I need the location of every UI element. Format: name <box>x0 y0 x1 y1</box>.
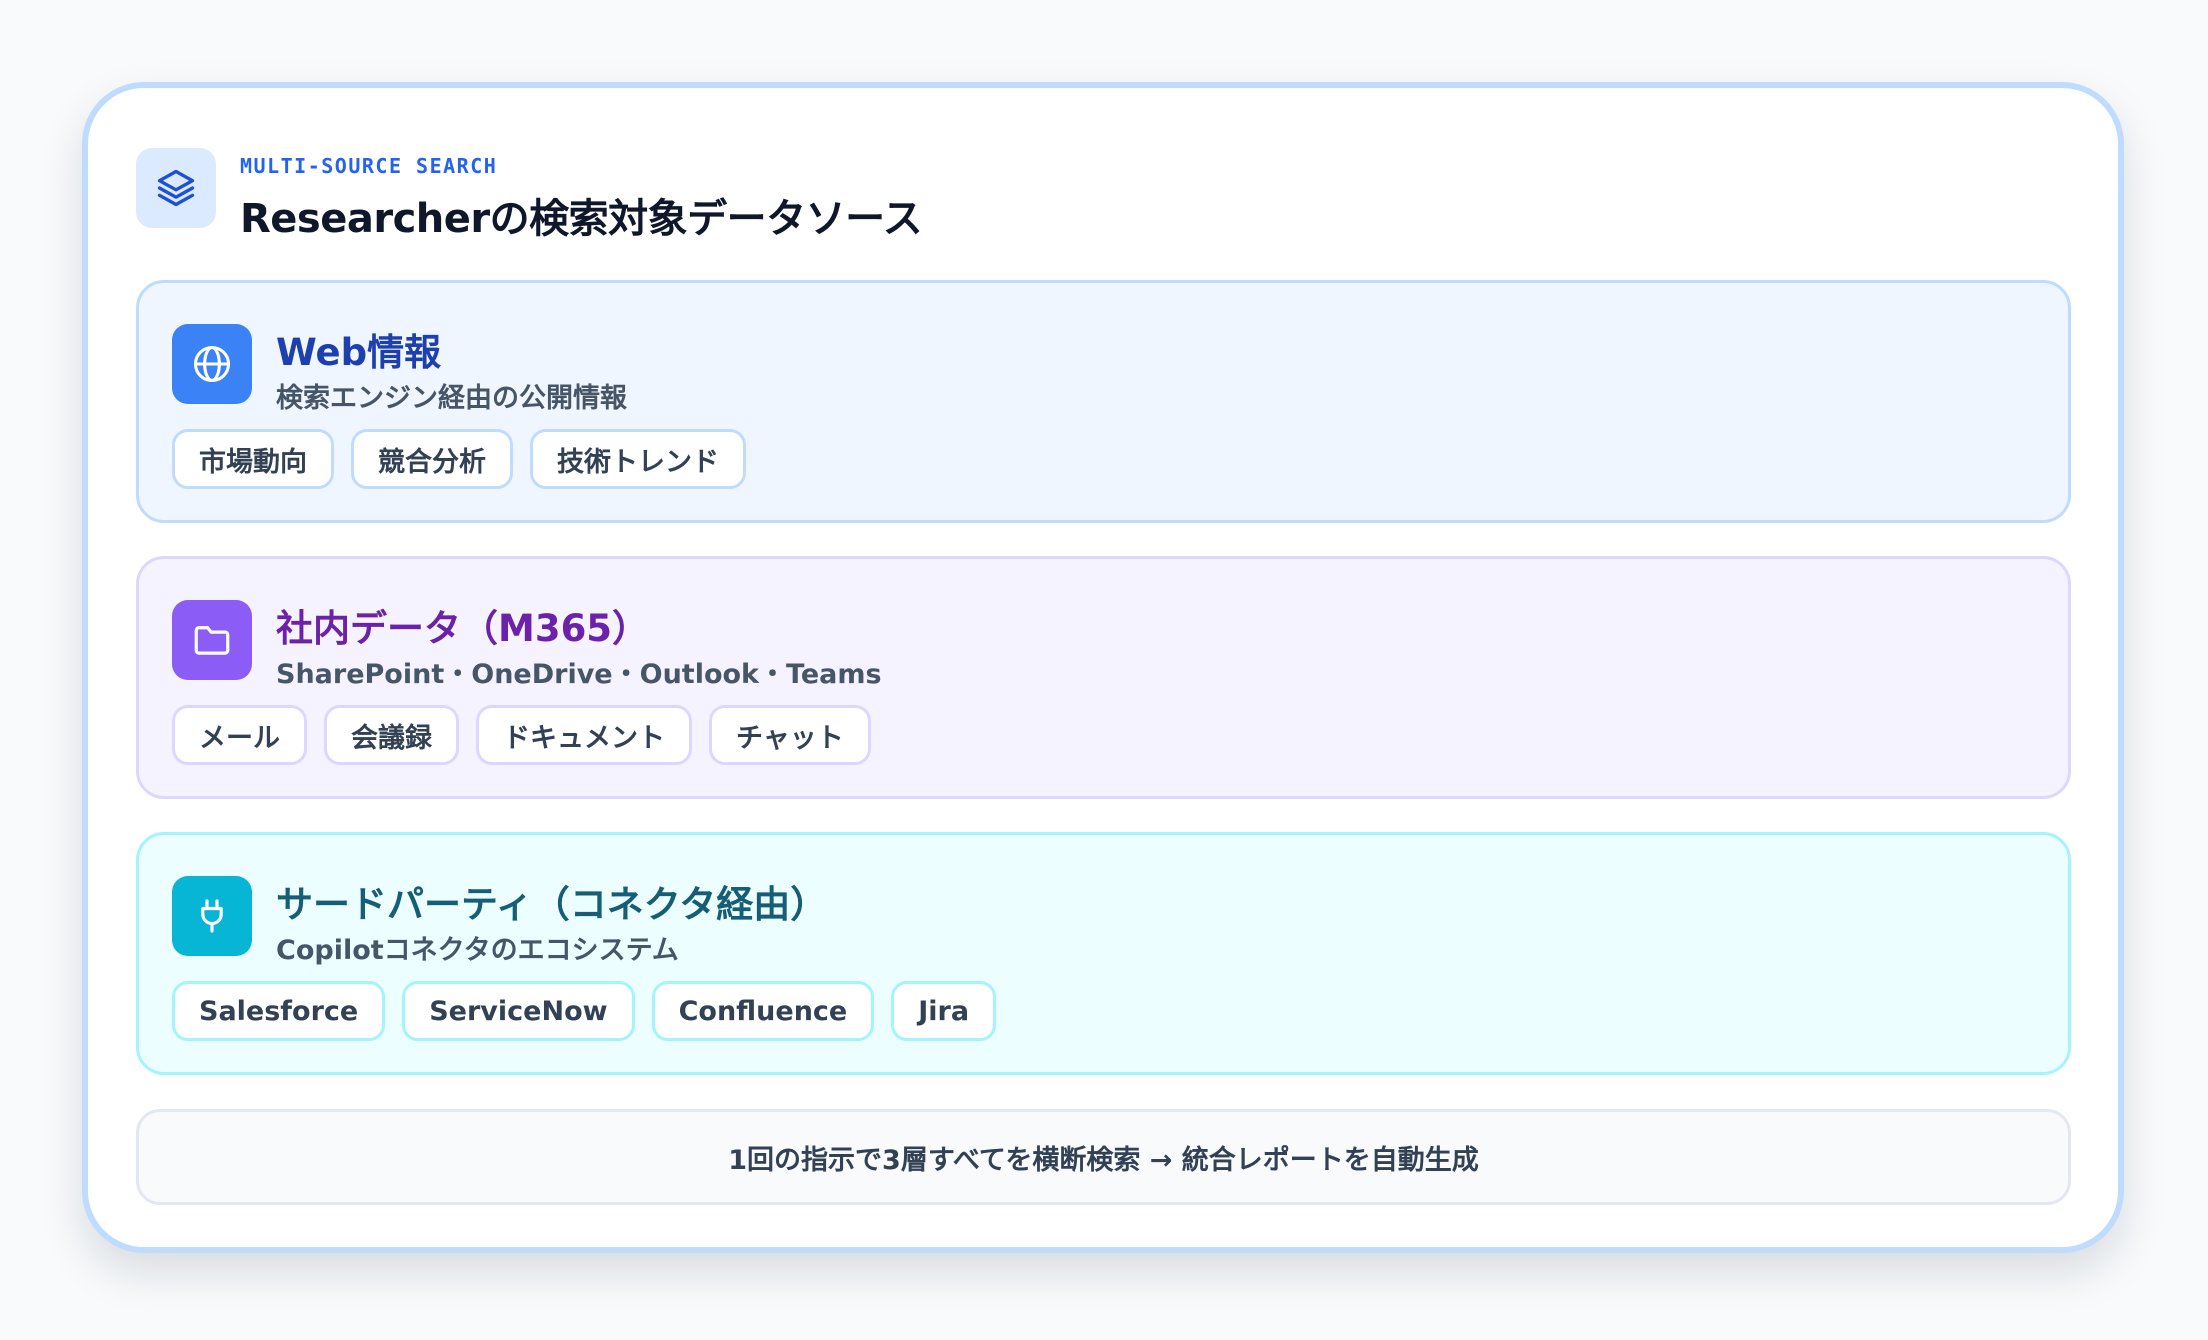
globe-icon <box>172 324 252 404</box>
tag: 会議録 <box>324 705 459 765</box>
summary-banner: 1回の指示で3層すべてを横断検索 → 統合レポートを自動生成 <box>136 1109 2071 1205</box>
page-title: Researcherの検索対象データソース <box>240 196 923 242</box>
tag: 競合分析 <box>351 429 513 489</box>
tag: 市場動向 <box>172 429 334 489</box>
section-eyebrow: MULTI-SOURCE SEARCH <box>240 154 498 178</box>
tag: 技術トレンド <box>530 429 746 489</box>
folder-icon <box>172 600 252 680</box>
source-subtitle: SharePoint・OneDrive・Outlook・Teams <box>276 659 882 690</box>
tag-list: メール 会議録 ドキュメント チャット <box>172 705 871 765</box>
source-title: 社内データ（M365） <box>276 607 650 650</box>
tag: ServiceNow <box>402 981 635 1041</box>
tag: チャット <box>709 705 871 765</box>
tag: メール <box>172 705 307 765</box>
source-subtitle: Copilotコネクタのエコシステム <box>276 935 679 966</box>
source-title: Web情報 <box>276 331 442 374</box>
tag: Confluence <box>651 981 875 1041</box>
layers-icon <box>136 148 216 228</box>
source-panel-third-party: サードパーティ（コネクタ経由） Copilotコネクタのエコシステム Sales… <box>136 832 2071 1075</box>
source-title: サードパーティ（コネクタ経由） <box>276 883 828 926</box>
tag-list: 市場動向 競合分析 技術トレンド <box>172 429 746 489</box>
tag-list: Salesforce ServiceNow Confluence Jira <box>172 981 997 1041</box>
source-subtitle: 検索エンジン経由の公開情報 <box>276 383 627 414</box>
source-panel-web: Web情報 検索エンジン経由の公開情報 市場動向 競合分析 技術トレンド <box>136 280 2071 523</box>
source-panel-m365: 社内データ（M365） SharePoint・OneDrive・Outlook・… <box>136 556 2071 799</box>
plug-icon <box>172 876 252 956</box>
tag: Jira <box>891 981 997 1041</box>
tag: ドキュメント <box>476 705 692 765</box>
tag: Salesforce <box>172 981 386 1041</box>
